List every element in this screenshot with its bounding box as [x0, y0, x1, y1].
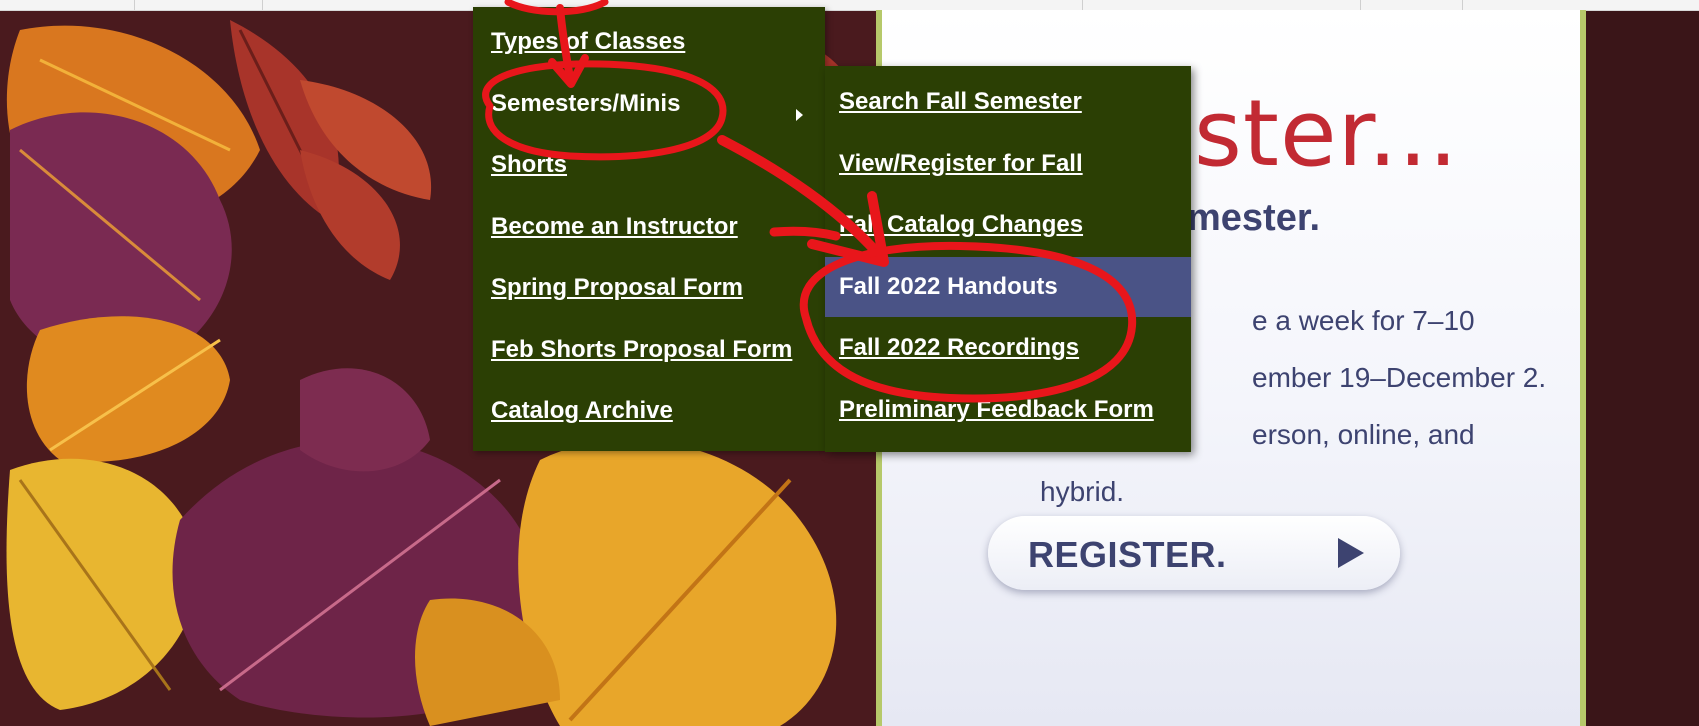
submenu-item-view-register-fall[interactable]: View/Register for Fall	[825, 134, 1191, 194]
menu-item-spring-proposal-form[interactable]: Spring Proposal Form	[491, 268, 743, 308]
semesters-submenu: Search Fall Semester View/Register for F…	[825, 66, 1191, 452]
promo-heading: ster...	[1194, 80, 1459, 187]
submenu-item-fall-2022-recordings[interactable]: Fall 2022 Recordings	[825, 318, 1191, 378]
submenu-item-fall-2022-handouts[interactable]: Fall 2022 Handouts	[825, 257, 1191, 317]
register-button[interactable]: REGISTER.	[988, 516, 1400, 590]
menu-item-catalog-archive[interactable]: Catalog Archive	[491, 391, 673, 431]
caret-right-icon	[796, 109, 803, 121]
submenu-item-search-fall-semester[interactable]: Search Fall Semester	[825, 72, 1191, 132]
menu-item-become-an-instructor[interactable]: Become an Instructor	[491, 207, 738, 247]
menu-item-types-of-classes[interactable]: Types of Classes	[491, 22, 685, 62]
submenu-item-fall-catalog-changes[interactable]: Fall Catalog Changes	[825, 195, 1191, 255]
submenu-item-preliminary-feedback-form[interactable]: Preliminary Feedback Form	[825, 380, 1191, 440]
menu-item-semesters-minis[interactable]: Semesters/Minis	[491, 84, 680, 124]
play-icon	[1338, 538, 1364, 568]
promo-subheading: mester.	[1187, 197, 1321, 239]
menu-item-feb-shorts-proposal-form[interactable]: Feb Shorts Proposal Form	[491, 330, 792, 370]
main-dropdown-menu: Types of Classes Semesters/Minis Shorts …	[473, 7, 825, 451]
register-button-label: REGISTER.	[1028, 534, 1227, 575]
promo-body-line: hybrid.	[1040, 476, 1125, 507]
menu-item-shorts[interactable]: Shorts	[491, 145, 567, 185]
